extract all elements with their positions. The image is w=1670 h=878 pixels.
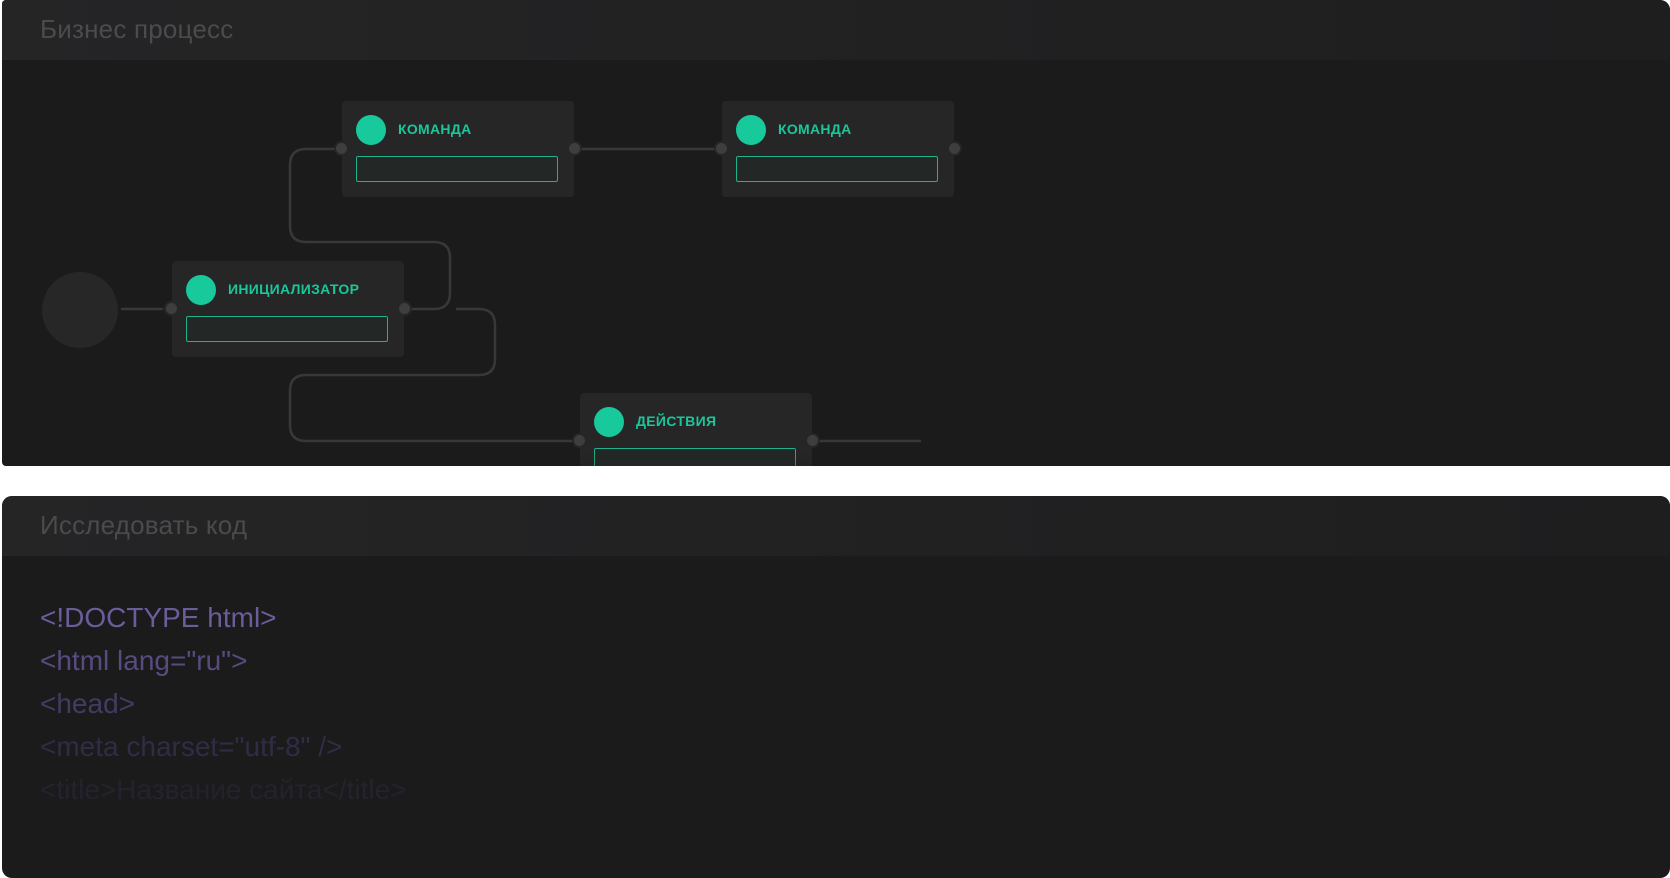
code-line: <title>Название сайта</title> [40,774,407,805]
code-line: <!DOCTYPE html> [40,602,277,633]
code-panel: Исследовать код <!DOCTYPE html> <html la… [2,496,1670,878]
node-label: ИНИЦИАЛИЗАТОР [228,281,360,297]
input-port[interactable] [334,141,349,156]
node-label: КОМАНДА [778,121,852,137]
status-dot-icon [186,275,216,305]
panel-title: Исследовать код [40,510,248,540]
output-port[interactable] [947,141,962,156]
status-dot-icon [356,115,386,145]
status-dot-icon [736,115,766,145]
node-input-field[interactable] [356,156,558,182]
node-input-field[interactable] [736,156,938,182]
input-port[interactable] [164,301,179,316]
code-line: <html lang="ru"> [40,645,248,676]
node-label: КОМАНДА [398,121,472,137]
node-input-field[interactable] [594,448,796,466]
node-command-1[interactable]: КОМАНДА [334,101,582,197]
node-label: ДЕЙСТВИЯ [636,413,717,429]
output-port[interactable] [397,301,412,316]
node-command-2[interactable]: КОМАНДА [714,101,962,197]
panel-header: Исследовать код [2,496,1670,556]
input-port[interactable] [572,433,587,448]
code-block: <!DOCTYPE html> <html lang="ru"> <head> … [40,596,407,811]
node-actions[interactable]: ДЕЙСТВИЯ [572,393,820,466]
code-line: <head> [40,688,135,719]
start-node[interactable] [42,272,118,348]
output-port[interactable] [805,433,820,448]
node-initiator[interactable]: ИНИЦИАЛИЗАТОР [164,261,412,357]
business-process-panel: Бизнес процесс ИНИЦИАЛИЗАТОР КОМАНДА КОМ… [2,0,1670,466]
connections-layer [120,147,922,443]
code-line: <meta charset="utf-8" /> [40,731,343,762]
status-dot-icon [594,407,624,437]
output-port[interactable] [567,141,582,156]
input-port[interactable] [714,141,729,156]
node-input-field[interactable] [186,316,388,342]
